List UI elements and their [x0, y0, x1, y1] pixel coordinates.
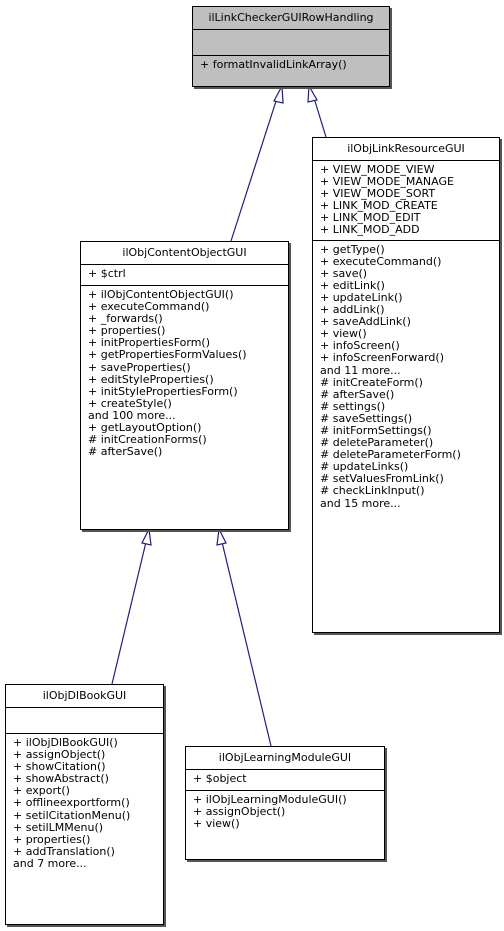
class-title: ilObjLinkResourceGUI [313, 138, 499, 161]
method-row: + view() [193, 817, 240, 831]
methods-section: + ilObjDlBookGUI() + assignObject() + show… [6, 734, 163, 873]
attributes-section [6, 708, 163, 734]
inherit-arrowhead [141, 526, 152, 546]
method-row: + offlineexportform() [13, 796, 130, 810]
inherit-arrowhead [216, 526, 227, 546]
class-title: ilLinkCheckerGUIRowHandling [193, 7, 389, 30]
method-row: + getType() [320, 242, 385, 256]
method-row: and 11 more... [320, 363, 401, 377]
method-row: + getPropertiesFormValues() [88, 348, 247, 362]
edge-dl-book-to-content-object [111, 541, 147, 685]
method-row: + formatInvalidLinkArray() [200, 58, 347, 71]
methods-section: + getType() + executeCommand() + save() + e… [313, 241, 499, 513]
class-il-obj-dl-book-gui[interactable]: ilObjDlBookGUI + ilObjDlBookGUI() + assig… [5, 684, 164, 925]
method-row: + executeCommand() [320, 254, 442, 268]
method-row: and 15 more... [320, 496, 401, 510]
attribute-row: + $object [193, 772, 247, 785]
method-row: # afterSave() [320, 387, 395, 401]
edge-learning-module-to-content-object [221, 541, 272, 747]
class-il-obj-content-object-gui[interactable]: ilObjContentObjectGUI + $ctrl + ilObjCon… [80, 241, 289, 530]
attributes-section: + $object [186, 770, 384, 791]
attributes-section [193, 30, 389, 56]
method-row: + saveProperties() [88, 360, 191, 374]
method-row: + editStyleProperties() [88, 372, 214, 386]
inherit-arrowhead [307, 83, 318, 103]
attributes-section: + $ctrl [81, 265, 288, 286]
class-title: ilObjDlBookGUI [6, 685, 163, 708]
method-row: # initCreateForm() [320, 375, 423, 389]
class-title: ilObjContentObjectGUI [81, 242, 288, 265]
attribute-row: + LINK_MOD_ADD [320, 223, 420, 237]
method-row: # checkLinkInput() [320, 484, 425, 498]
method-row: + setilLMMenu() [13, 820, 104, 834]
methods-section: + formatInvalidLinkArray() [193, 56, 389, 76]
attributes-section: + VIEW_MODE_VIEW + VIEW_MODE_MANAGE + VIEW… [313, 161, 499, 241]
method-row: and 7 more... [13, 856, 87, 870]
methods-section: + ilObjLearningModuleGUI() + assignObject… [186, 791, 384, 833]
class-il-obj-link-resource-gui[interactable]: ilObjLinkResourceGUI + VIEW_MODE_VIEW + V… [312, 137, 500, 633]
edge-link-resource-to-row-handling [313, 97, 327, 138]
class-title: ilObjLearningModuleGUI [186, 747, 384, 770]
method-row: + setilCitationMenu() [13, 808, 131, 822]
attribute-row: + $ctrl [88, 267, 126, 280]
class-il-obj-learning-module-gui[interactable]: ilObjLearningModuleGUI + $object + ilObj… [185, 746, 385, 860]
method-row: # afterSave() [88, 445, 163, 459]
method-row: + infoScreenForward() [320, 351, 444, 365]
inherit-arrowhead [273, 83, 284, 104]
edge-content-object-to-row-handling [230, 97, 278, 242]
class-il-link-checker-gui-row-handling[interactable]: ilLinkCheckerGUIRowHandling + formatInva… [192, 6, 390, 87]
methods-section: + ilObjContentObjectGUI() + executeComman… [81, 286, 288, 461]
